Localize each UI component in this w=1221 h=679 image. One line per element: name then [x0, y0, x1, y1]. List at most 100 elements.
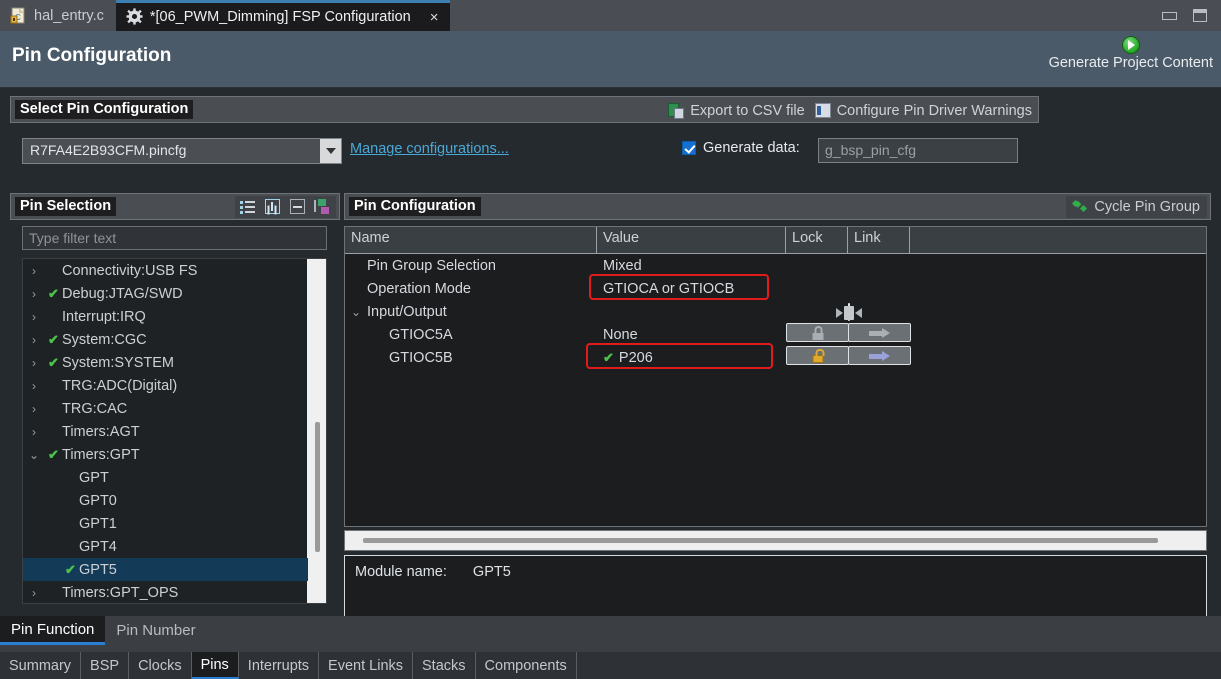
generate-data-input[interactable]: g_bsp_pin_cfg [818, 138, 1018, 163]
chevron-right-icon[interactable]: › [23, 310, 45, 324]
play-icon [1122, 36, 1140, 54]
check-icon: ✔ [62, 562, 79, 578]
table-column-header[interactable] [910, 227, 1206, 253]
pin-selection-toolbar [235, 196, 336, 218]
row-name-label: Pin Group Selection [367, 258, 496, 274]
tab-event-links[interactable]: Event Links [319, 652, 413, 679]
chevron-right-icon[interactable]: › [23, 264, 45, 278]
close-icon[interactable]: × [430, 10, 439, 25]
cycle-pin-group-button[interactable]: Cycle Pin Group [1066, 196, 1207, 218]
arrow-right-lilac-icon [869, 353, 891, 360]
check-icon: ✔ [45, 355, 62, 371]
lock-button[interactable] [786, 346, 849, 365]
tree-item-gpt[interactable]: ›✔GPT [23, 466, 308, 489]
list-icon[interactable] [239, 198, 257, 216]
tree-item-label: Debug:JTAG/SWD [62, 286, 183, 302]
pin-configuration-select[interactable]: R7FA4E2B93CFM.pincfg [22, 138, 342, 164]
pin-configuration-title: Pin Configuration [349, 197, 481, 216]
export-to-csv-button[interactable]: Export to CSV file [668, 103, 804, 119]
tree-scrollbar-thumb[interactable] [315, 422, 320, 552]
chevron-down-icon[interactable]: ⌄ [23, 448, 45, 462]
pin-selection-tree[interactable]: ›✔Connectivity:USB FS›✔Debug:JTAG/SWD›✔I… [22, 258, 327, 604]
manage-configurations-link[interactable]: Manage configurations... [350, 141, 509, 157]
link-all-button[interactable] [848, 303, 850, 321]
tree-item-system-system[interactable]: ›✔System:SYSTEM [23, 351, 308, 374]
fsp-configuration-window: C hal_entry.c [0, 0, 1221, 679]
collapse-all-icon[interactable] [289, 198, 307, 216]
tree-item-trg-adc-digital-[interactable]: ›✔TRG:ADC(Digital) [23, 374, 308, 397]
tab-stacks[interactable]: Stacks [413, 652, 476, 679]
chevron-down-icon[interactable] [320, 139, 341, 163]
tab-clocks[interactable]: Clocks [129, 652, 192, 679]
chevron-down-icon[interactable]: ⌄ [351, 305, 367, 319]
tab-interrupts[interactable]: Interrupts [239, 652, 319, 679]
tree-item-debug-jtag-swd[interactable]: ›✔Debug:JTAG/SWD [23, 282, 308, 305]
tree-item-system-cgc[interactable]: ›✔System:CGC [23, 328, 308, 351]
chevron-right-icon[interactable]: › [23, 402, 45, 416]
cell-value[interactable]: None [597, 327, 786, 343]
tree-item-timers-gpt-ops[interactable]: ›✔Timers:GPT_OPS [23, 581, 308, 604]
row-value-label: Mixed [603, 258, 642, 274]
cell-value[interactable]: GTIOCA or GTIOCB [597, 281, 786, 297]
tree-item-gpt5[interactable]: ›✔GPT5 [23, 558, 308, 581]
tree-item-timers-agt[interactable]: ›✔Timers:AGT [23, 420, 308, 443]
generate-data-checkbox[interactable] [682, 141, 696, 155]
module-name-value: GPT5 [473, 564, 511, 580]
editor-tab-fsp-configuration[interactable]: *[06_PWM_Dimming] FSP Configuration × [116, 0, 451, 31]
table-column-header[interactable]: Lock [786, 227, 848, 253]
chevron-right-icon[interactable]: › [23, 586, 45, 600]
table-row[interactable]: Operation ModeGTIOCA or GTIOCB [345, 277, 1206, 300]
chevron-right-icon[interactable]: › [23, 379, 45, 393]
tree-item-label: System:CGC [62, 332, 147, 348]
tab-pin-number[interactable]: Pin Number [105, 616, 206, 645]
tree-item-interrupt-irq[interactable]: ›✔Interrupt:IRQ [23, 305, 308, 328]
table-column-header[interactable]: Link [848, 227, 910, 253]
tree-item-gpt0[interactable]: ›✔GPT0 [23, 489, 308, 512]
minimize-icon[interactable] [1162, 12, 1177, 20]
table-scrollbar-thumb[interactable] [363, 538, 1158, 543]
table-row[interactable]: GTIOC5ANone [345, 323, 1206, 346]
cell-lock [786, 323, 848, 346]
gear-icon [126, 8, 143, 26]
table-column-header[interactable]: Name [345, 227, 597, 253]
tree-item-label: Timers:GPT_OPS [62, 585, 178, 601]
tree-item-gpt1[interactable]: ›✔GPT1 [23, 512, 308, 535]
filter-input[interactable]: Type filter text [22, 226, 327, 250]
chevron-right-icon[interactable]: › [23, 287, 45, 301]
tree-item-connectivity-usb-fs[interactable]: ›✔Connectivity:USB FS [23, 259, 308, 282]
tree-item-trg-cac[interactable]: ›✔TRG:CAC [23, 397, 308, 420]
table-horizontal-scrollbar[interactable] [344, 530, 1207, 551]
tab-pins[interactable]: Pins [192, 652, 239, 679]
cell-value[interactable]: ✔P206 [597, 350, 786, 366]
maximize-icon[interactable] [1193, 9, 1207, 22]
table-row[interactable]: Pin Group Selection Mixed [345, 254, 1206, 277]
expand-all-icon[interactable] [264, 198, 282, 216]
table-row[interactable]: ⌄Input/Output [345, 300, 1206, 323]
pin-driver-warnings-icon [815, 103, 831, 119]
chevron-right-icon[interactable]: › [23, 425, 45, 439]
tree-item-gpt4[interactable]: ›✔GPT4 [23, 535, 308, 558]
cell-value[interactable]: Mixed [597, 258, 786, 274]
table-row[interactable]: GTIOC5B✔P206 [345, 346, 1206, 369]
pin-selection-header: Pin Selection [10, 193, 340, 220]
link-button[interactable] [848, 346, 911, 365]
tab-components[interactable]: Components [476, 652, 577, 679]
tree-item-timers-gpt[interactable]: ⌄✔Timers:GPT [23, 443, 308, 466]
lock-button[interactable] [786, 323, 849, 342]
select-pin-configuration-section: Select Pin Configuration Export to CSV f… [10, 96, 1039, 123]
export-to-csv-label: Export to CSV file [690, 103, 804, 119]
chevron-right-icon[interactable]: › [23, 333, 45, 347]
editor-tab-hal-entry[interactable]: C hal_entry.c [0, 0, 116, 31]
configure-pin-driver-warnings-button[interactable]: Configure Pin Driver Warnings [815, 103, 1032, 119]
tab-bsp[interactable]: BSP [81, 652, 129, 679]
link-button[interactable] [848, 323, 911, 342]
sort-icon[interactable] [314, 198, 332, 216]
table-column-header[interactable]: Value [597, 227, 786, 253]
chevron-right-icon[interactable]: › [23, 356, 45, 370]
tab-summary[interactable]: Summary [0, 652, 81, 679]
generate-project-content-button[interactable]: Generate Project Content [1049, 36, 1213, 71]
cell-lock [786, 346, 848, 369]
tree-scrollbar-track[interactable] [307, 259, 326, 603]
cell-name: ⌄Input/Output [345, 304, 597, 320]
tab-pin-function[interactable]: Pin Function [0, 616, 105, 645]
